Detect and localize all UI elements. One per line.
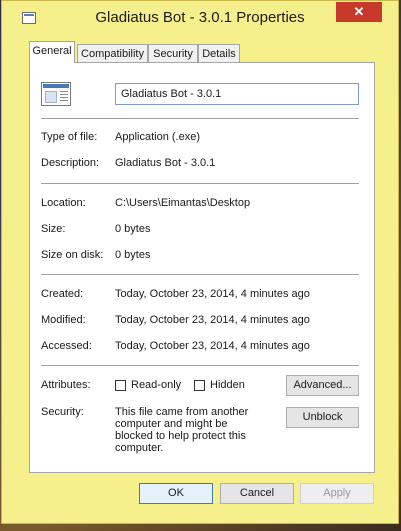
description-value: Gladiatus Bot - 3.0.1 bbox=[115, 157, 216, 169]
unblock-button[interactable]: Unblock bbox=[286, 407, 359, 428]
advanced-button[interactable]: Advanced... bbox=[286, 375, 359, 396]
security-message: This file came from another computer and… bbox=[115, 406, 249, 454]
tab-details[interactable]: Details bbox=[198, 44, 240, 63]
separator bbox=[41, 274, 359, 275]
size-label: Size: bbox=[41, 223, 66, 235]
size-on-disk-value: 0 bytes bbox=[115, 249, 151, 261]
tab-security[interactable]: Security bbox=[148, 44, 198, 63]
type-of-file-value: Application (.exe) bbox=[115, 131, 200, 143]
readonly-label[interactable]: Read-only bbox=[131, 379, 181, 391]
security-label: Security: bbox=[41, 406, 84, 418]
attributes-label: Attributes: bbox=[41, 379, 91, 391]
accessed-label: Accessed: bbox=[41, 340, 92, 352]
title-bar[interactable]: Gladiatus Bot - 3.0.1 Properties ✕ bbox=[2, 1, 398, 35]
created-label: Created: bbox=[41, 288, 84, 300]
tab-general[interactable]: General bbox=[29, 41, 75, 63]
modified-label: Modified: bbox=[41, 314, 86, 326]
application-file-icon bbox=[41, 82, 71, 106]
properties-window: Gladiatus Bot - 3.0.1 Properties ✕ Gener… bbox=[1, 0, 399, 524]
type-of-file-label: Type of file: bbox=[41, 131, 98, 143]
accessed-value: Today, October 23, 2014, 4 minutes ago bbox=[115, 340, 310, 352]
tab-compatibility[interactable]: Compatibility bbox=[77, 44, 148, 63]
size-on-disk-label: Size on disk: bbox=[41, 249, 104, 261]
apply-button[interactable]: Apply bbox=[300, 483, 374, 504]
ok-button[interactable]: OK bbox=[139, 483, 213, 504]
separator bbox=[41, 118, 359, 119]
location-value: C:\Users\Eimantas\Desktop bbox=[115, 197, 251, 209]
close-button[interactable]: ✕ bbox=[336, 2, 382, 22]
created-value: Today, October 23, 2014, 4 minutes ago bbox=[115, 288, 310, 300]
hidden-label[interactable]: Hidden bbox=[210, 379, 245, 391]
file-name-input[interactable] bbox=[115, 83, 359, 105]
separator bbox=[41, 183, 359, 184]
separator bbox=[41, 365, 359, 366]
cancel-button[interactable]: Cancel bbox=[220, 483, 294, 504]
general-tab-panel: Type of file: Application (.exe) Descrip… bbox=[29, 62, 375, 473]
description-label: Description: bbox=[41, 157, 100, 169]
size-value: 0 bytes bbox=[115, 223, 151, 235]
location-label: Location: bbox=[41, 197, 86, 209]
readonly-checkbox[interactable] bbox=[115, 380, 126, 391]
hidden-checkbox[interactable] bbox=[194, 380, 205, 391]
modified-value: Today, October 23, 2014, 4 minutes ago bbox=[115, 314, 310, 326]
